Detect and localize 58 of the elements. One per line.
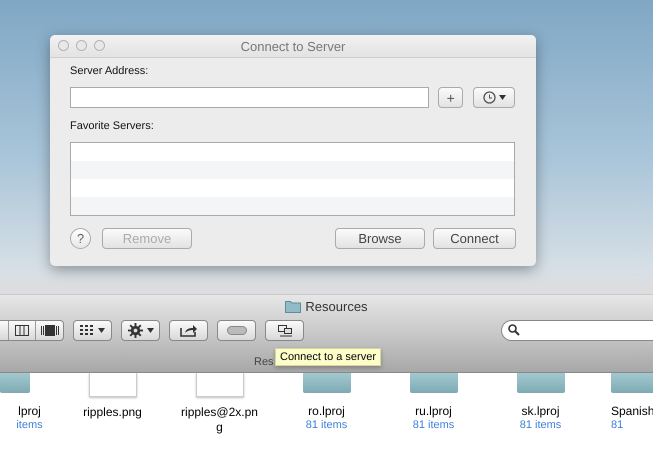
file-name: ru.lproj [414, 404, 453, 419]
window-title: Resources [305, 298, 368, 314]
window-title: Connect to Server [240, 38, 346, 54]
file-name: ripples@2x.png [180, 405, 259, 435]
item-count: 81 [611, 419, 624, 432]
help-button[interactable]: ? [70, 228, 91, 249]
folder-icon [516, 373, 564, 393]
list-label: Favorite Servers: [70, 120, 155, 134]
item-count: 81 items [520, 419, 562, 432]
folder-icon [285, 300, 302, 312]
search-field[interactable] [501, 320, 653, 340]
file-item[interactable]: ro.lproj 81 items [273, 373, 380, 435]
file-item[interactable]: sk.lproj 81 items [487, 373, 594, 435]
window-control-button[interactable] [94, 40, 105, 51]
share-button[interactable] [169, 320, 208, 340]
action-button[interactable] [121, 320, 160, 340]
folder-icon [0, 373, 30, 393]
file-name: lproj [17, 404, 42, 419]
history-button[interactable] [473, 87, 515, 108]
item-count: 81 items [306, 419, 348, 432]
file-name: sk.lproj [520, 404, 560, 419]
file-name: ro.lproj [307, 404, 346, 419]
connect-button[interactable] [265, 320, 304, 340]
columns-icon [15, 324, 29, 336]
window-control-button[interactable] [58, 40, 69, 51]
caret-icon [98, 328, 105, 332]
field-label: Server Address: [70, 65, 150, 79]
push-button[interactable]: Browse [335, 228, 425, 249]
cover-flow-icon [40, 324, 58, 336]
file-item[interactable]: ripples@2x.png [166, 373, 273, 435]
arrange-button[interactable] [73, 320, 112, 340]
add-button[interactable]: + [438, 87, 464, 108]
view-switcher[interactable] [0, 320, 64, 340]
grid-icon [80, 324, 94, 336]
folder-icon [410, 373, 458, 393]
file-item[interactable]: ripples.png [59, 373, 166, 435]
file-item[interactable]: lproj items [0, 373, 59, 435]
pill-icon [226, 326, 246, 334]
item-count: 81 items [412, 419, 454, 432]
tooltip: Connect to a server [275, 348, 381, 366]
caret-icon [498, 95, 506, 100]
path-item[interactable]: Res [254, 356, 274, 368]
monitors-icon [276, 324, 292, 336]
caret-icon [146, 328, 154, 332]
window-control-button[interactable] [76, 40, 87, 51]
share-icon [180, 324, 198, 336]
gear-icon [128, 322, 142, 338]
folder-icon [302, 373, 350, 393]
folder-icon [611, 373, 653, 393]
file-name: ripples.png [82, 405, 143, 420]
file-item[interactable]: ru.lproj 81 items [380, 373, 487, 435]
item-count: items [16, 419, 43, 432]
server-address-field[interactable] [70, 87, 430, 108]
toggle-button[interactable] [217, 320, 256, 340]
favorites-list[interactable] [70, 142, 515, 216]
search-icon [508, 324, 520, 336]
push-button[interactable]: Connect [433, 228, 516, 249]
clock-icon [482, 91, 496, 104]
